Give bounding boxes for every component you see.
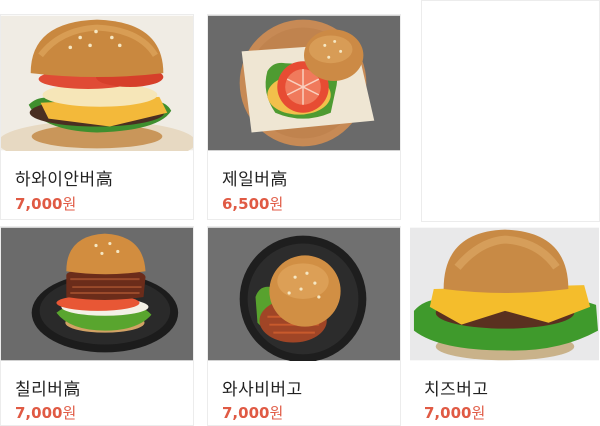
product-price: 7,000원: [15, 193, 76, 214]
chili-burger-photo-icon[interactable]: [1, 227, 193, 361]
product-price: 6,500원: [222, 193, 283, 214]
product-name[interactable]: 와사비버고: [222, 375, 303, 400]
product-name[interactable]: 칠리버高: [15, 375, 81, 400]
price-currency: 원: [62, 404, 77, 422]
price-currency: 원: [269, 195, 284, 213]
empty-product-slot: [421, 0, 600, 222]
price-value: 7,000: [222, 404, 270, 422]
jeil-burger-photo-icon[interactable]: [208, 15, 400, 151]
price-currency: 원: [269, 404, 284, 422]
product-card-jeil[interactable]: 제일버高 6,500원: [207, 14, 401, 220]
wasabi-burger-photo-icon[interactable]: [208, 227, 400, 361]
product-card-wasabi[interactable]: 와사비버고 7,000원: [207, 226, 401, 426]
product-card-hawaiian[interactable]: 하와이안버高 7,000원: [0, 14, 194, 220]
product-name[interactable]: 치즈버고: [424, 375, 489, 400]
hawaiian-burger-photo-icon[interactable]: [1, 15, 193, 151]
price-currency: 원: [471, 404, 486, 422]
price-value: 7,000: [15, 404, 63, 422]
product-name[interactable]: 하와이안버高: [15, 165, 113, 190]
price-value: 6,500: [222, 195, 270, 213]
cheese-burger-photo-icon[interactable]: [410, 227, 599, 361]
product-name[interactable]: 제일버高: [222, 165, 288, 190]
price-value: 7,000: [15, 195, 63, 213]
price-value: 7,000: [424, 404, 472, 422]
price-currency: 원: [62, 195, 77, 213]
product-card-chili[interactable]: 칠리버高 7,000원: [0, 226, 194, 426]
product-card-cheese[interactable]: 치즈버고 7,000원: [409, 226, 600, 426]
